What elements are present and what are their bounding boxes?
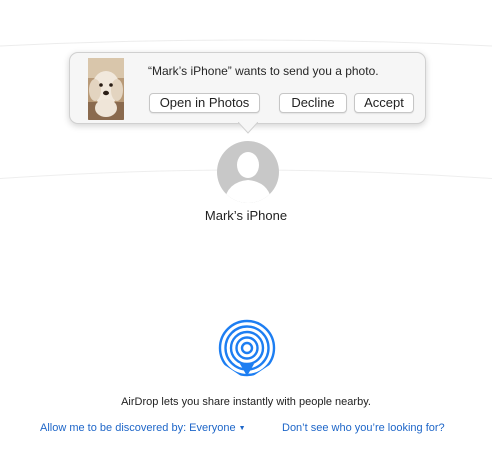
airdrop-description: AirDrop lets you share instantly with pe… bbox=[121, 396, 371, 408]
device-name: Mark’s iPhone bbox=[204, 208, 288, 223]
help-link[interactable]: Don’t see who you’re looking for? bbox=[282, 422, 445, 434]
discoverable-dropdown[interactable]: Allow me to be discovered by: Everyone ▼ bbox=[40, 422, 246, 434]
caret-down-icon: ▼ bbox=[238, 425, 246, 432]
decline-button[interactable]: Decline bbox=[279, 93, 347, 113]
person-silhouette-icon bbox=[217, 141, 279, 203]
popover-arrow bbox=[238, 122, 258, 134]
open-in-photos-button[interactable]: Open in Photos bbox=[149, 93, 260, 113]
discoverable-label: Allow me to be discovered by: Everyone bbox=[40, 422, 236, 434]
photo-thumbnail bbox=[88, 58, 124, 120]
device-avatar[interactable] bbox=[216, 140, 280, 204]
incoming-photo-popover: “Mark’s iPhone” wants to send you a phot… bbox=[69, 52, 426, 124]
airdrop-icon bbox=[217, 318, 277, 380]
accept-button[interactable]: Accept bbox=[354, 93, 414, 113]
notification-message: “Mark’s iPhone” wants to send you a phot… bbox=[148, 64, 379, 78]
